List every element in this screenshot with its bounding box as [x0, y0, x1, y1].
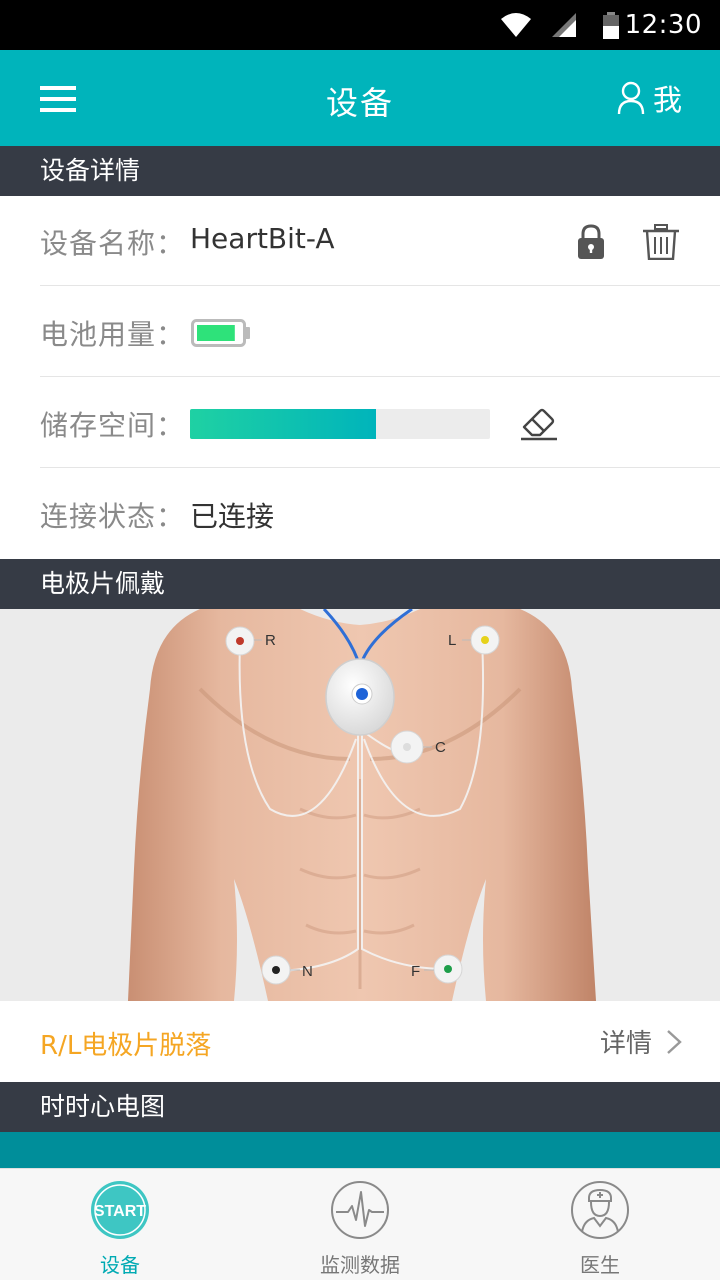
connection-row: 连接状态： 已连接 [40, 469, 720, 559]
cellular-signal-icon [552, 13, 576, 37]
user-icon [617, 81, 645, 115]
app-bar: 设备 我 [0, 50, 720, 146]
electrode-placement-illustration: R L C N F [0, 609, 720, 1001]
electrode-label-c: C [435, 739, 446, 756]
electrode-alert-row[interactable]: R/L电极片脱落 详情 [0, 1001, 720, 1081]
connection-status: 已连接 [190, 500, 275, 533]
status-time: 12:30 [624, 10, 702, 40]
electrode-label-l: L [448, 632, 456, 649]
tab-doctor[interactable]: 医生 [480, 1169, 720, 1281]
battery-label: 电池用量： [40, 318, 186, 351]
tab-device-label: 设备 [100, 1253, 140, 1277]
electrode-label-n: N [302, 963, 313, 980]
lock-icon[interactable] [577, 224, 605, 260]
electrode-label-f: F [411, 963, 420, 980]
device-name-row: 设备名称： HeartBit-A [40, 196, 720, 286]
device-details-header: 设备详情 [0, 146, 720, 196]
storage-label: 储存空间： [40, 409, 186, 442]
eraser-icon[interactable] [520, 405, 558, 441]
device-name-value: HeartBit-A [190, 222, 335, 255]
ecg-wave-icon [331, 1181, 389, 1239]
trash-icon[interactable] [642, 224, 680, 260]
profile-button[interactable]: 我 [617, 78, 682, 118]
page-title: 设备 [325, 84, 394, 122]
torso-image: R L C N F [128, 609, 596, 1001]
device-name-label: 设备名称： [40, 227, 186, 260]
ecg-strip [0, 1132, 720, 1168]
profile-label: 我 [652, 83, 682, 117]
storage-bar [190, 409, 490, 439]
battery-status-icon [603, 12, 619, 39]
realtime-ecg-header: 时时心电图 [0, 1082, 720, 1132]
battery-row: 电池用量： [40, 287, 720, 377]
details-label: 详情 [599, 1029, 652, 1059]
electrode-label-r: R [265, 632, 276, 649]
chevron-right-icon [667, 1029, 682, 1054]
storage-row: 储存空间： [40, 378, 720, 468]
tab-monitoring-data[interactable]: 监测数据 [240, 1169, 480, 1281]
battery-level-icon [191, 319, 250, 347]
tab-doctor-label: 医生 [580, 1253, 620, 1277]
tab-device[interactable]: START 设备 [0, 1169, 240, 1281]
start-icon: START [91, 1181, 149, 1239]
details-link[interactable]: 详情 [600, 1023, 682, 1060]
bottom-tab-bar: START 设备 监测数据 医生 [0, 1168, 720, 1280]
svg-text:START: START [94, 1203, 146, 1220]
doctor-icon [571, 1181, 629, 1239]
wifi-icon [501, 13, 531, 37]
storage-bar-fill [190, 409, 376, 439]
status-bar: 12:30 [0, 0, 720, 50]
tab-monitoring-data-label: 监测数据 [320, 1253, 400, 1277]
electrode-wearing-header: 电极片佩戴 [0, 559, 720, 609]
connection-label: 连接状态： [40, 500, 186, 533]
electrode-alert-text: R/L电极片脱落 [40, 1031, 212, 1061]
